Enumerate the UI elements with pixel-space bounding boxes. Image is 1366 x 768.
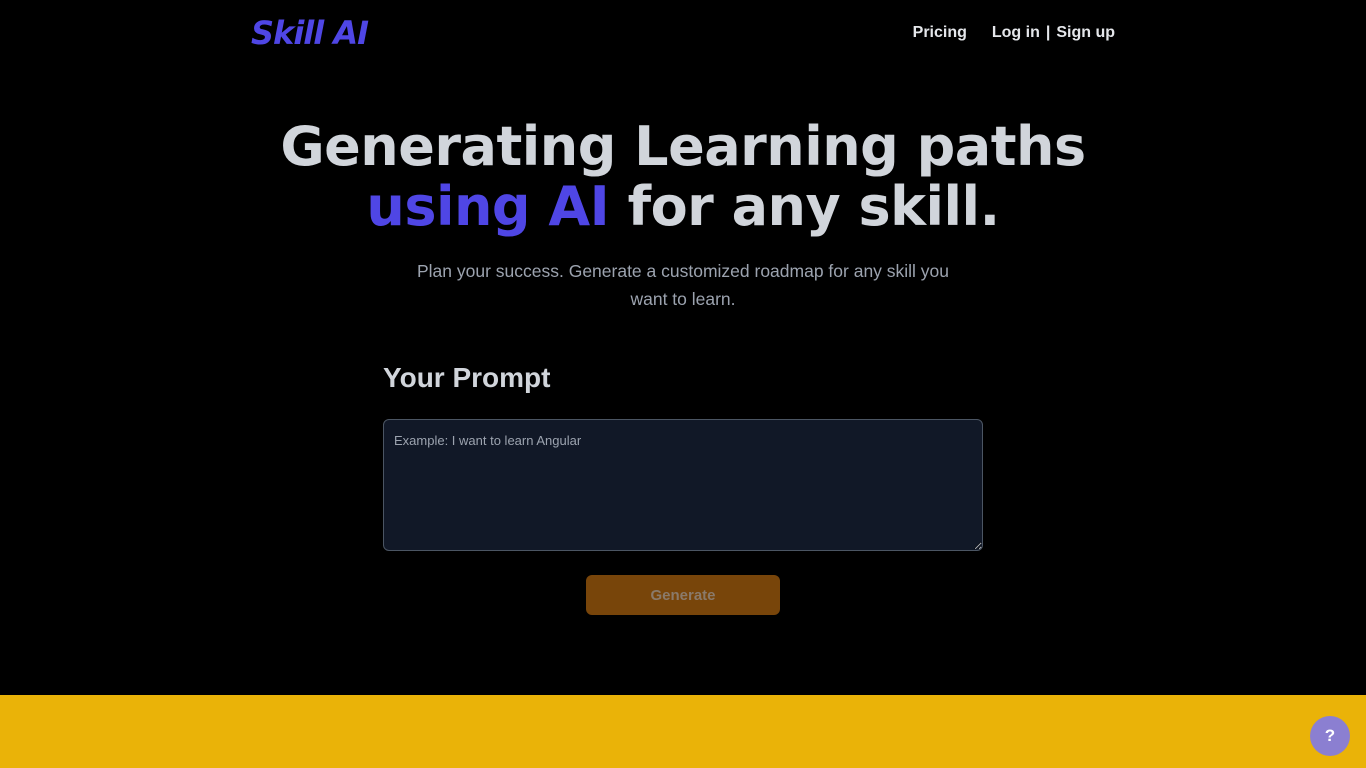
nav-pricing-link[interactable]: Pricing	[913, 22, 967, 44]
generate-button[interactable]: Generate	[586, 575, 780, 615]
nav-signup-link[interactable]: Sign up	[1056, 22, 1115, 44]
hero-subtitle: Plan your success. Generate a customized…	[416, 261, 950, 309]
help-button[interactable]: ?	[1310, 716, 1350, 756]
nav-separator: |	[1045, 24, 1051, 41]
prompt-input[interactable]	[383, 419, 983, 551]
page: Skill AI Pricing Log in | Sign up Genera…	[0, 0, 1366, 768]
features-section-band	[0, 695, 1366, 768]
auth-links: Log in | Sign up	[992, 22, 1115, 44]
nav-login-link[interactable]: Log in	[992, 22, 1040, 44]
hero-title-accent: using AI	[366, 175, 610, 238]
hero-title-line1: Generating Learning paths	[280, 115, 1086, 178]
prompt-label: Your Prompt	[383, 362, 551, 393]
hero-title-rest: for any skill.	[609, 175, 1001, 238]
hero-title: Generating Learning paths using AI for a…	[0, 117, 1366, 237]
top-nav: Pricing Log in | Sign up	[913, 22, 1115, 44]
logo[interactable]: Skill AI	[251, 13, 369, 53]
